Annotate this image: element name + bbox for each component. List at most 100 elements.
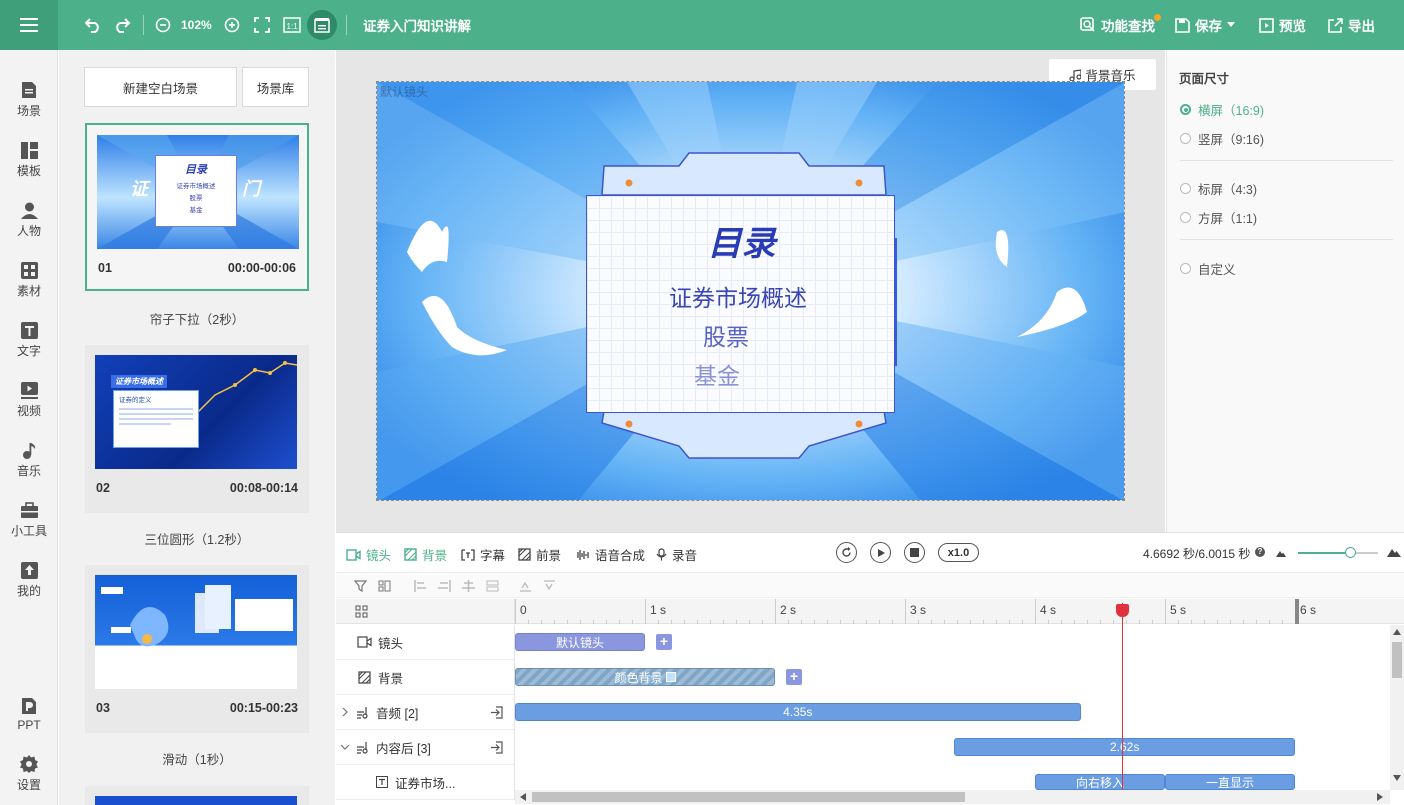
- zoom-in-button[interactable]: [222, 15, 242, 35]
- scene-transition[interactable]: 滑动（1秒）: [59, 749, 335, 768]
- timeline-clip-audio[interactable]: 2.62s: [954, 738, 1295, 756]
- timeline-clip-anim[interactable]: 向右移入: [1035, 774, 1165, 790]
- scene-library-button[interactable]: 场景库: [242, 67, 309, 107]
- scene-transition[interactable]: 帘子下拉（2秒）: [59, 309, 335, 328]
- redo-button[interactable]: [112, 15, 132, 35]
- radio[interactable]: [1180, 183, 1191, 194]
- menu-button[interactable]: [0, 0, 58, 50]
- track-text-item[interactable]: 证券市场...: [336, 765, 514, 800]
- layers-icon[interactable]: [355, 605, 368, 618]
- play-button[interactable]: [870, 542, 891, 563]
- playhead[interactable]: [1121, 603, 1123, 791]
- size-option-9-16[interactable]: 竖屏（9:16): [1180, 129, 1264, 148]
- add-clip-button[interactable]: +: [656, 634, 672, 650]
- undo-button[interactable]: [83, 15, 103, 35]
- nav-template[interactable]: 模板: [0, 132, 58, 188]
- help-icon[interactable]: ?: [1255, 547, 1265, 557]
- track-camera[interactable]: 镜头: [336, 625, 514, 660]
- zoom-large-icon[interactable]: [1387, 547, 1401, 557]
- zoom-out-button[interactable]: [153, 15, 173, 35]
- preview-button[interactable]: 预览: [1259, 0, 1306, 50]
- vertical-scrollbar[interactable]: [1390, 625, 1404, 790]
- speed-button[interactable]: x1.0: [938, 543, 979, 562]
- nav-person[interactable]: 人物: [0, 192, 58, 248]
- ruler-minor-tick: [749, 620, 750, 624]
- save-button[interactable]: 保存: [1175, 0, 1236, 50]
- radio[interactable]: [1180, 133, 1191, 144]
- zoom-small-icon[interactable]: [1276, 549, 1286, 557]
- project-title[interactable]: 证券入门知识讲解: [363, 0, 471, 50]
- nav-toolbox[interactable]: 小工具: [0, 492, 58, 548]
- radio[interactable]: [1180, 263, 1191, 274]
- scroll-thumb[interactable]: [532, 792, 965, 802]
- nav-video[interactable]: 视频: [0, 372, 58, 428]
- stop-button[interactable]: [904, 542, 925, 563]
- feature-search-button[interactable]: 功能查找: [1080, 0, 1161, 50]
- track-audio[interactable]: 音频 [2]: [336, 695, 514, 730]
- scene-card-01[interactable]: 证 门 目录 证券市场概述 股票 基金 01 00:00-00:06: [85, 123, 309, 291]
- align-center-icon[interactable]: [462, 580, 475, 592]
- distribute-icon[interactable]: [486, 580, 499, 592]
- radio-selected[interactable]: [1180, 104, 1191, 115]
- group-icon[interactable]: [378, 580, 391, 592]
- size-option-16-9[interactable]: 横屏（16:9): [1180, 100, 1264, 119]
- align-right-icon[interactable]: [438, 580, 451, 592]
- scroll-up-icon[interactable]: [1393, 629, 1401, 635]
- rewind-button[interactable]: [836, 542, 857, 563]
- tab-background[interactable]: 背景: [404, 545, 447, 564]
- chevron-down-icon[interactable]: [340, 743, 350, 751]
- export-button[interactable]: 导出: [1328, 0, 1375, 50]
- playhead-handle[interactable]: [1115, 604, 1129, 617]
- filter-icon[interactable]: [354, 580, 367, 592]
- stage-canvas[interactable]: 默认镜头 目录 证券市场概述 股票 基金: [376, 81, 1125, 501]
- nav-scene[interactable]: 场景: [0, 72, 58, 128]
- actual-size-button[interactable]: 1:1: [282, 15, 302, 35]
- collapse-icon[interactable]: [490, 741, 503, 754]
- slider-handle[interactable]: [1345, 547, 1356, 558]
- fullscreen-icon: [254, 17, 270, 33]
- nav-ppt[interactable]: PPT: [0, 686, 58, 742]
- fullscreen-button[interactable]: [252, 15, 272, 35]
- nav-settings[interactable]: 设置: [0, 746, 58, 802]
- horizontal-scrollbar[interactable]: [515, 790, 1390, 804]
- scroll-right-icon[interactable]: [1377, 793, 1383, 801]
- add-clip-button[interactable]: +: [786, 669, 802, 685]
- tab-foreground[interactable]: 前景: [518, 545, 561, 564]
- size-option-custom[interactable]: 自定义: [1180, 259, 1236, 278]
- timeline-clip-camera[interactable]: 默认镜头: [515, 633, 645, 651]
- timeline-clip-background[interactable]: 颜色背景: [515, 668, 775, 686]
- nav-material[interactable]: 素材: [0, 252, 58, 308]
- tab-subtitle[interactable]: 字幕: [461, 545, 505, 564]
- scene-card-04[interactable]: [85, 786, 309, 805]
- tab-record[interactable]: 录音: [656, 545, 697, 564]
- tab-camera[interactable]: 镜头: [346, 545, 391, 564]
- scene-card-03[interactable]: 03 00:15-00:23: [85, 565, 309, 733]
- clip-label: 一直显示: [1205, 775, 1254, 790]
- stack-up-icon[interactable]: [519, 580, 532, 592]
- scroll-thumb[interactable]: [1392, 642, 1402, 678]
- chevron-right-icon[interactable]: [341, 707, 349, 717]
- align-left-icon[interactable]: [414, 580, 427, 592]
- scene-card-02[interactable]: 证券市场概述 证券的定义 02 00:08-00:14: [85, 345, 309, 513]
- stack-down-icon[interactable]: [543, 580, 556, 592]
- nav-mine[interactable]: 我的: [0, 552, 58, 608]
- nav-music[interactable]: 音乐: [0, 432, 58, 488]
- scroll-down-icon[interactable]: [1393, 775, 1401, 781]
- radio[interactable]: [1180, 212, 1191, 223]
- nav-text[interactable]: 文字: [0, 312, 58, 368]
- clapper-button[interactable]: [307, 10, 337, 40]
- collapse-icon[interactable]: [490, 706, 503, 719]
- tab-voice-synthesis[interactable]: 语音合成: [575, 545, 645, 564]
- scene-transition[interactable]: 三位圆形（1.2秒）: [59, 529, 335, 548]
- timeline-clip-anim[interactable]: 一直显示: [1165, 774, 1295, 790]
- size-option-4-3[interactable]: 标屏（4:3): [1180, 179, 1257, 198]
- track-content[interactable]: 内容后 [3]: [336, 730, 514, 765]
- new-blank-scene-button[interactable]: 新建空白场景: [84, 67, 237, 107]
- track-background[interactable]: 背景: [336, 660, 514, 695]
- track-label: 背景: [378, 671, 404, 686]
- timeline-clip-audio[interactable]: 4.35s: [515, 703, 1081, 721]
- scroll-left-icon[interactable]: [520, 793, 526, 801]
- toc-card[interactable]: 目录 证券市场概述 股票 基金: [586, 195, 895, 413]
- size-option-1-1[interactable]: 方屏（1:1): [1180, 208, 1257, 227]
- timeline-zoom-slider[interactable]: [1298, 547, 1378, 558]
